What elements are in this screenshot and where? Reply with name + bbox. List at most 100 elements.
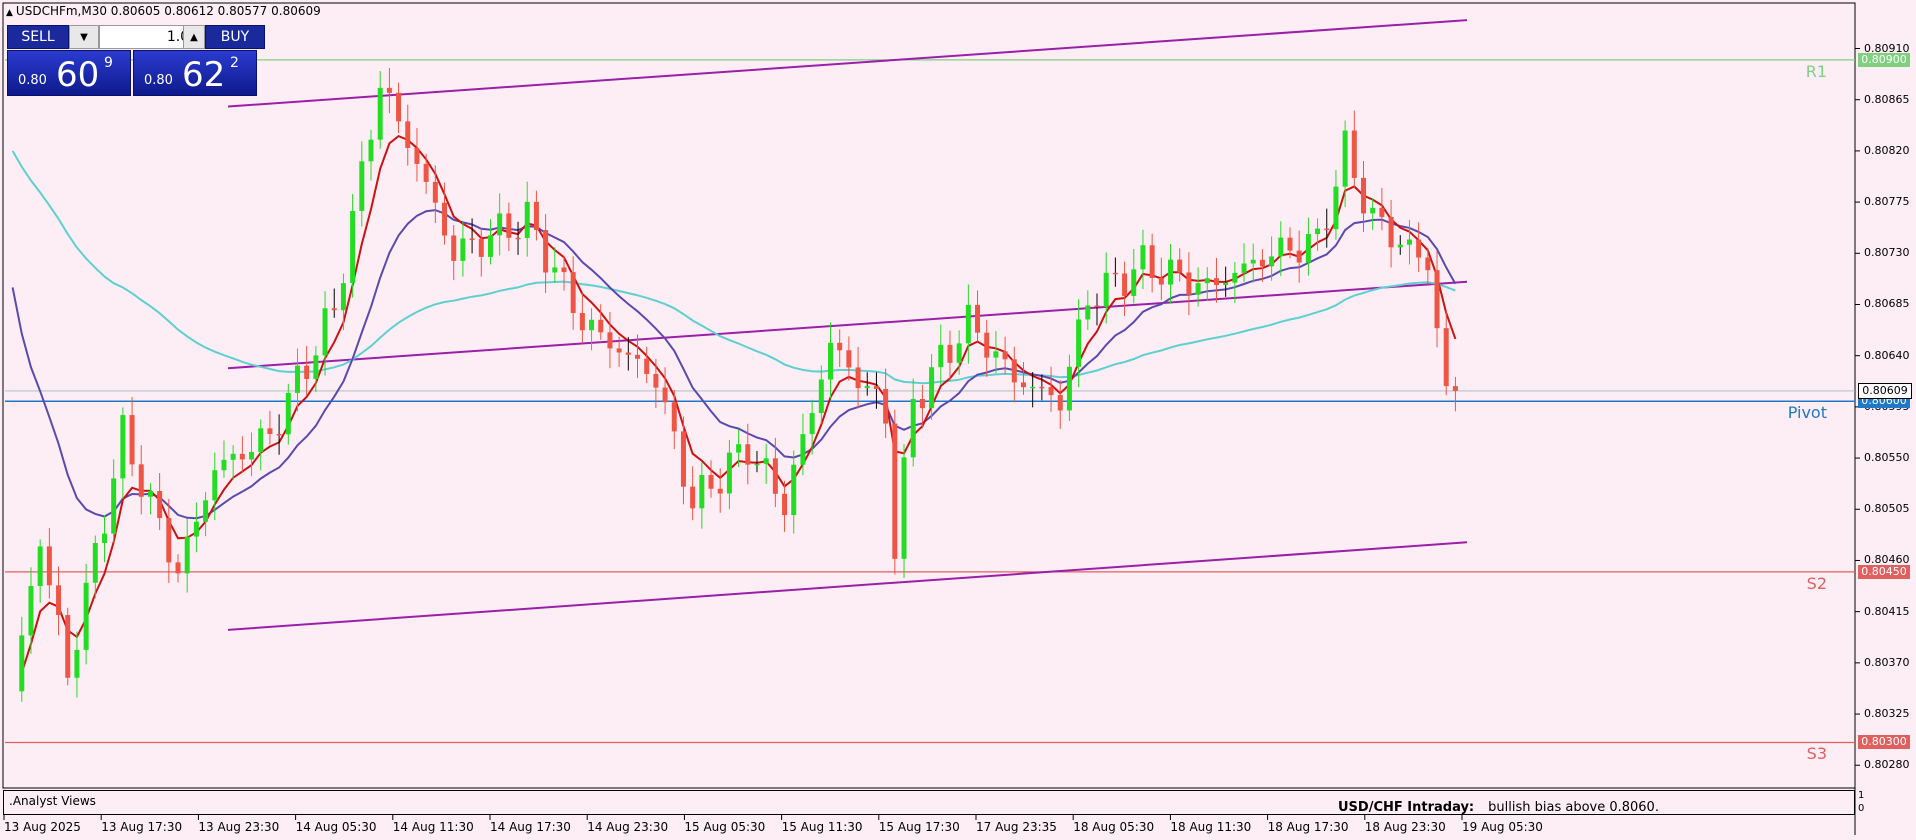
candle-bear (873, 385, 879, 389)
candle-bear (1434, 270, 1440, 329)
candle-bear (1324, 228, 1330, 231)
candle-bull (956, 343, 962, 363)
candle-bull (460, 238, 466, 261)
candle-bull (726, 452, 732, 494)
chart-window: { "title": { "text": "USDCHFm,M30 0.8060… (0, 0, 1916, 840)
buy-price-box[interactable]: 0.80 62 2 (133, 50, 257, 96)
price-chart[interactable] (0, 0, 1916, 840)
candle-bull (589, 319, 595, 331)
candle-bull (800, 434, 806, 465)
analyst-view-body: bullish bias above 0.8060. (1488, 800, 1659, 815)
candle-bull (285, 392, 291, 435)
candle-bear (919, 398, 925, 409)
lot-increase-icon[interactable]: ▲ (183, 25, 205, 49)
candle-bear (1443, 328, 1449, 387)
candle-bear (166, 518, 172, 563)
price-tick-label: 0.80505 (1864, 502, 1910, 516)
sell-button[interactable]: SELL (7, 25, 69, 49)
candle-bull (1223, 282, 1229, 285)
buy-price-prefix: 0.80 (144, 73, 173, 88)
candle-bear (65, 615, 71, 678)
price-tick-label: 0.80685 (1864, 297, 1910, 311)
candle-bear (543, 229, 549, 273)
candle-bull (818, 379, 824, 414)
candle-bull (101, 533, 107, 544)
time-tick-label: 15 Aug 11:30 (781, 820, 863, 834)
candle-bear (138, 464, 144, 497)
candle-bull (1406, 239, 1412, 245)
candle-bull (1342, 130, 1348, 187)
candle-bull (993, 351, 999, 358)
candle-bull (37, 546, 43, 587)
candle-bull (258, 428, 264, 452)
analyst-view-heading: USD/CHF Intraday: (1338, 800, 1475, 815)
candle-bull (1030, 386, 1036, 389)
candle-bear (745, 444, 751, 465)
price-tick-label: 0.80370 (1864, 655, 1910, 669)
buy-button[interactable]: BUY (205, 25, 265, 49)
candle-bull (1131, 269, 1137, 296)
candle-bull (487, 235, 493, 257)
candle-bear (1379, 207, 1385, 217)
candle-bear (405, 121, 411, 148)
candle-bear (396, 92, 402, 122)
candle-bear (451, 235, 457, 261)
sell-price-big: 60 (56, 55, 100, 95)
candle-bull (864, 385, 870, 389)
time-tick-label: 18 Aug 17:30 (1267, 820, 1349, 834)
candle-bear (267, 428, 273, 434)
candle-bear (533, 201, 539, 230)
candle-bear (607, 332, 613, 349)
time-tick-label: 17 Aug 23:35 (976, 820, 1057, 834)
candle-bull (901, 457, 907, 559)
candle-bull (754, 463, 760, 466)
candle-bull (230, 453, 236, 460)
candle-bear (46, 546, 52, 586)
candle-bear (708, 475, 714, 489)
candle-bear (1425, 257, 1431, 271)
price-tick-label: 0.80865 (1864, 92, 1910, 106)
candle-bear (386, 87, 392, 93)
candle-bull (791, 464, 797, 516)
candle-bull (827, 342, 833, 380)
candle-bull (184, 536, 190, 574)
level-s3-label: S3 (1806, 744, 1827, 764)
candle-bull (552, 267, 558, 273)
candle-bear (1213, 278, 1219, 285)
time-tick-label: 18 Aug 11:30 (1170, 820, 1252, 834)
price-tick-label: 0.80730 (1864, 246, 1910, 260)
candle-bear (175, 562, 181, 574)
candle-bear (1158, 277, 1164, 285)
candle-bear (1094, 305, 1100, 307)
level-s2-label: S2 (1806, 573, 1827, 593)
candle-bull (1232, 272, 1238, 283)
candle-bull (910, 398, 916, 458)
candle-bear (1039, 386, 1045, 389)
candle-bull (111, 478, 117, 534)
candle-bear (331, 308, 337, 311)
candle-bear (975, 304, 981, 333)
candle-bear (56, 585, 62, 616)
lot-decrease-icon[interactable]: ▼ (69, 25, 99, 49)
candle-bear (276, 433, 282, 436)
candle-bear (432, 181, 438, 203)
candle-bear (469, 238, 475, 240)
candle-bear (570, 272, 576, 314)
candle-bull (1305, 234, 1311, 263)
candle-bull (147, 491, 153, 497)
level-r1-label: R1 (1805, 61, 1827, 81)
candle-bear (1186, 272, 1192, 295)
buy-price-big: 62 (182, 55, 226, 95)
candle-bull (1103, 272, 1109, 307)
price-tick-label: 0.80640 (1864, 348, 1910, 362)
level-pivot-label: Pivot (1787, 403, 1827, 423)
sell-price-box[interactable]: 0.80 60 9 (7, 50, 131, 96)
candle-bull (524, 201, 530, 239)
price-tick-label: 0.80550 (1864, 451, 1910, 465)
candle-bear (1057, 395, 1063, 411)
collapse-triangle-icon[interactable]: ▲ (6, 8, 13, 18)
candle-bull (929, 367, 935, 409)
candle-bear (846, 350, 852, 368)
candle-bear (506, 213, 512, 238)
candle-bear (690, 486, 696, 509)
